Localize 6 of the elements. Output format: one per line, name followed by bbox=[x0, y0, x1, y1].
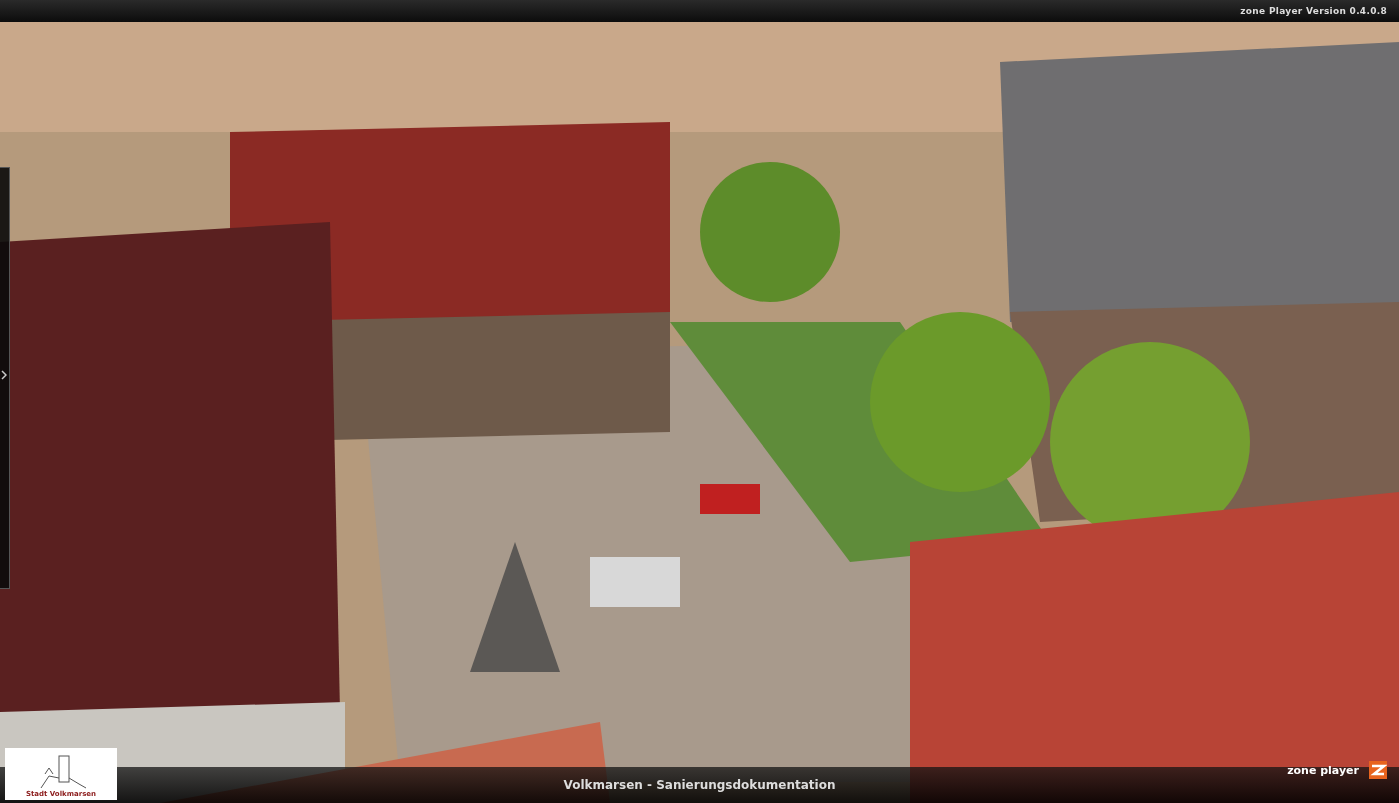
brand-logo-icon bbox=[1369, 761, 1387, 779]
expand-handle[interactable] bbox=[1, 368, 9, 382]
project-title: Volkmarsen - Sanierungsdokumentation bbox=[563, 778, 836, 792]
brand-name: zone player bbox=[1287, 763, 1359, 777]
version-label: zone Player Version 0.4.0.8 bbox=[1240, 6, 1387, 16]
chevron-right-icon bbox=[1, 370, 7, 380]
